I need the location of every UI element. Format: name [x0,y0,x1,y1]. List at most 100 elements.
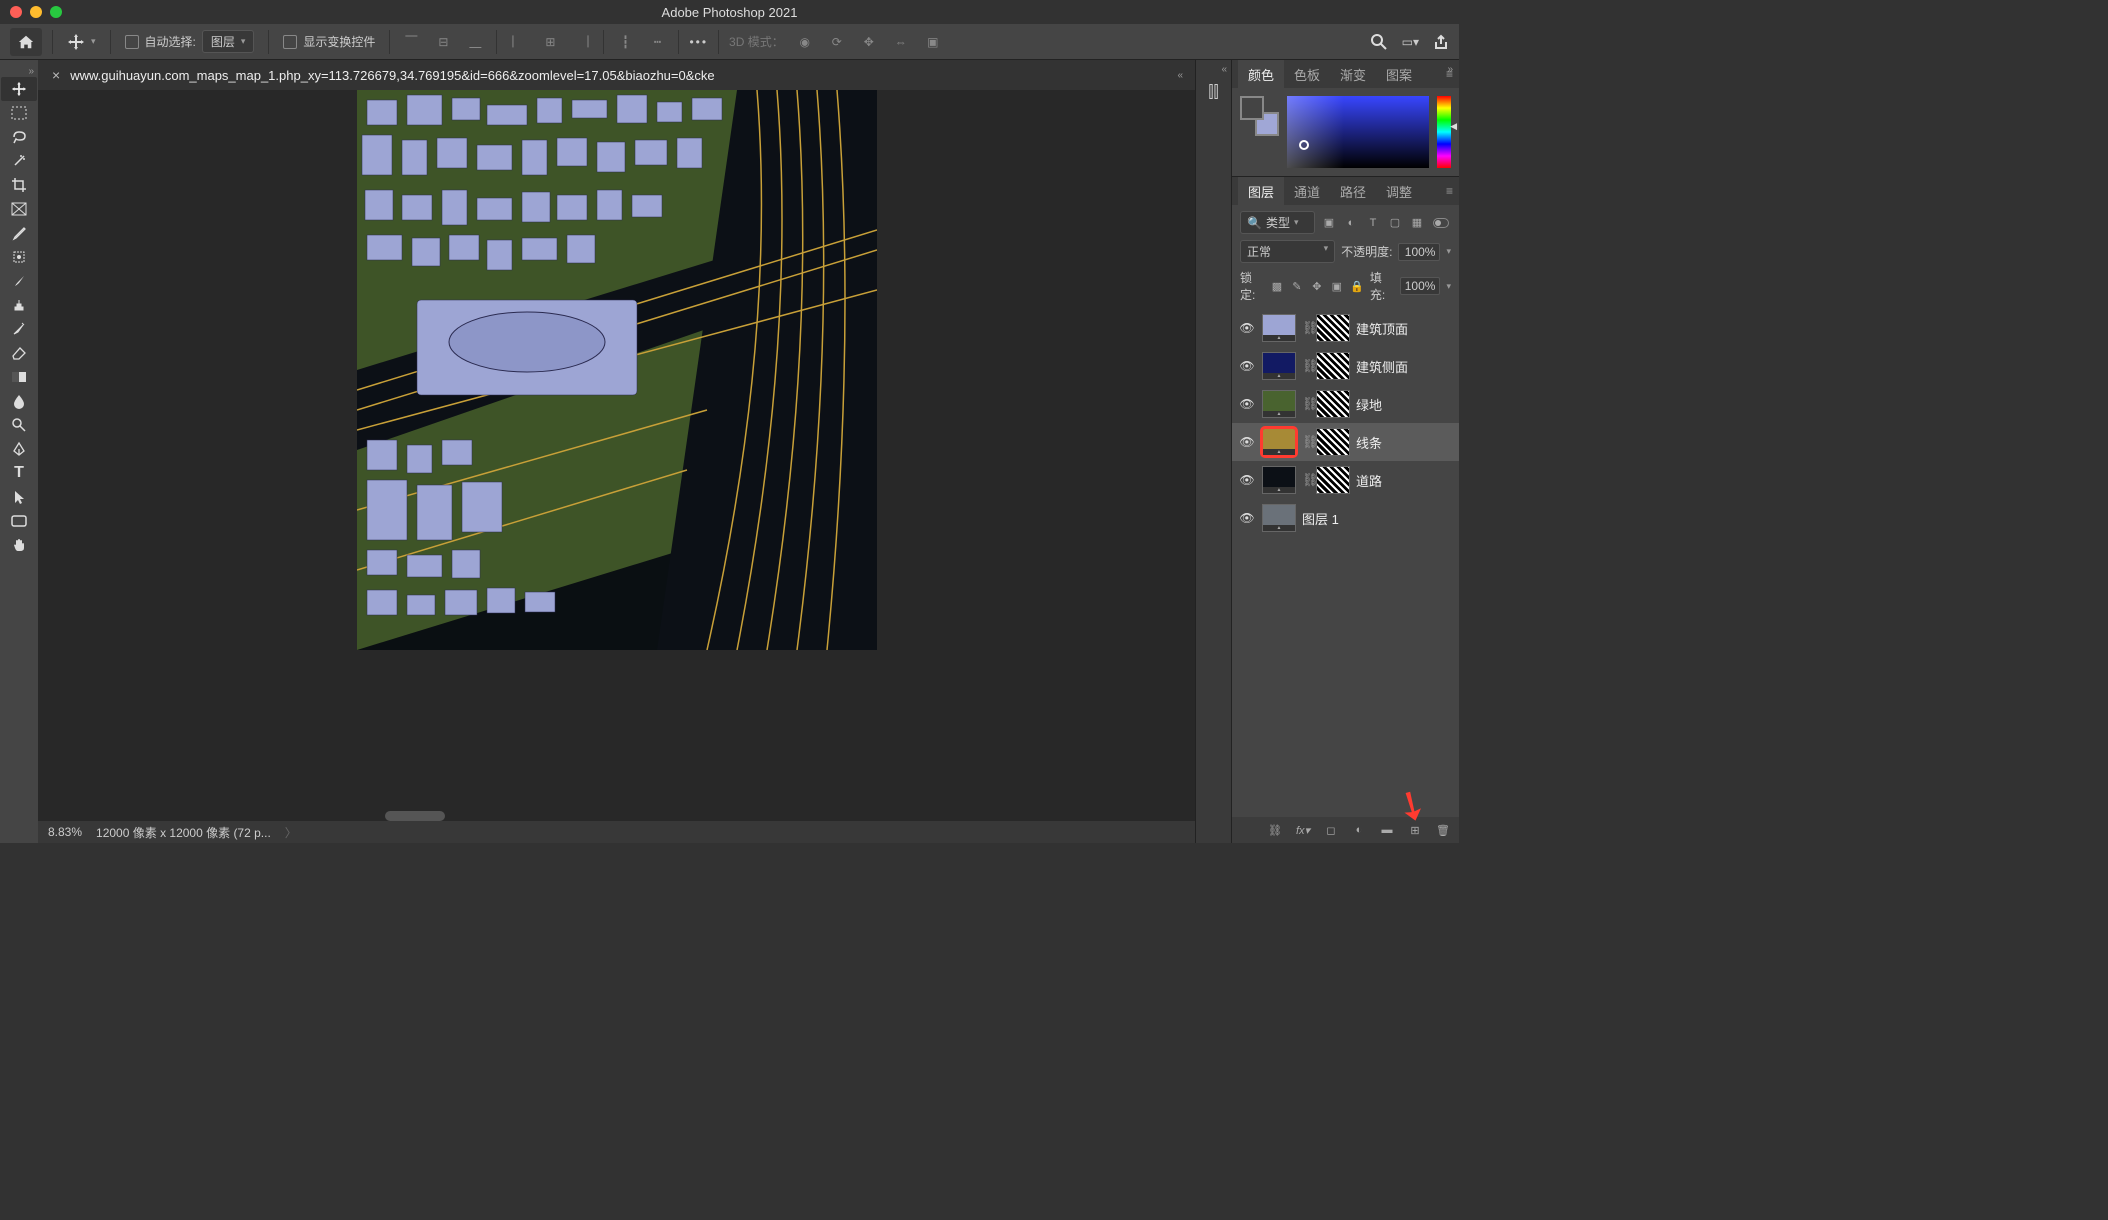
collapse-panels-button[interactable]: » [1447,64,1453,75]
tab-swatches[interactable]: 色板 [1284,60,1330,89]
lock-transparent-button[interactable]: ▩ [1270,278,1284,294]
history-brush-tool[interactable] [1,317,37,341]
align-top-button[interactable]: ⎺ [400,31,422,53]
layer-row[interactable]: 👁 ⛓ 绿地 [1232,385,1459,423]
layer-fx-button[interactable]: fx▾ [1295,822,1311,838]
tab-adjustments[interactable]: 调整 [1376,177,1422,206]
filter-pixel-icon[interactable]: ▣ [1321,215,1337,231]
layer-row[interactable]: 👁 ⛓ 线条 [1232,423,1459,461]
layer-mask-thumbnail[interactable] [1316,352,1350,380]
opacity-input[interactable]: 100% [1398,243,1440,261]
hue-slider[interactable] [1437,96,1451,168]
distribute-v-button[interactable]: ┅ [646,31,668,53]
lock-paint-button[interactable]: ✎ [1290,278,1304,294]
layer-thumbnail[interactable] [1262,314,1296,342]
collapse-panels-icon[interactable]: « [1177,70,1181,81]
zoom-level[interactable]: 8.83% [48,825,82,839]
pan-icon[interactable]: ✥ [858,31,880,53]
roll-icon[interactable]: ⟳ [826,31,848,53]
filter-toggle[interactable] [1431,215,1451,231]
link-mask-icon[interactable]: ⛓ [1302,358,1310,374]
magic-wand-tool[interactable] [1,149,37,173]
frame-tool[interactable] [1,197,37,221]
layer-name[interactable]: 线条 [1356,433,1382,452]
status-chevron-icon[interactable]: 〉 [285,824,297,841]
close-window-button[interactable] [10,6,22,18]
orbit-icon[interactable]: ◉ [794,31,816,53]
dodge-tool[interactable] [1,413,37,437]
panel-icon-button[interactable]: ⫿⫿ [1208,84,1218,102]
lasso-tool[interactable] [1,125,37,149]
home-button[interactable] [10,28,42,56]
align-bottom-button[interactable]: ⎽ [464,31,486,53]
show-transform-checkbox[interactable] [283,35,297,49]
visibility-toggle[interactable]: 👁 [1238,397,1256,411]
delete-layer-button[interactable]: 🗑 [1435,822,1451,838]
filter-type-icon[interactable]: T [1365,215,1381,231]
gradient-tool[interactable] [1,365,37,389]
distribute-h-button[interactable]: ┇ [614,31,636,53]
visibility-toggle[interactable]: 👁 [1238,473,1256,487]
link-mask-icon[interactable]: ⛓ [1302,434,1310,450]
tab-paths[interactable]: 路径 [1330,177,1376,206]
hand-tool[interactable] [1,533,37,557]
layer-filter-dropdown[interactable]: 🔍 类型 ▾ [1240,211,1315,234]
layer-name[interactable]: 图层 1 [1302,509,1339,528]
horizontal-scrollbar[interactable] [385,811,445,821]
layer-mask-thumbnail[interactable] [1316,314,1350,342]
auto-select-checkbox[interactable] [125,35,139,49]
document-tab-name[interactable]: www.guihuayun.com_maps_map_1.php_xy=113.… [70,68,714,83]
minimize-window-button[interactable] [30,6,42,18]
chevron-down-icon[interactable]: ▾ [1446,281,1451,292]
align-hcenter-button[interactable]: ⊞ [539,31,561,53]
move-tool-indicator[interactable]: ▾ [63,33,100,51]
blur-tool[interactable] [1,389,37,413]
workspace-button[interactable]: ▭▾ [1402,35,1419,49]
layer-mask-thumbnail[interactable] [1316,390,1350,418]
align-right-button[interactable]: ⎹ [571,31,593,53]
type-tool[interactable]: T [1,461,37,485]
tab-channels[interactable]: 通道 [1284,177,1330,206]
new-group-button[interactable]: ▬ [1379,822,1395,838]
more-options-button[interactable]: ••• [689,35,708,49]
align-vcenter-button[interactable]: ⊟ [432,31,454,53]
clone-stamp-tool[interactable] [1,293,37,317]
auto-select-target-dropdown[interactable]: 图层 ▾ [202,30,255,53]
layer-name[interactable]: 建筑侧面 [1356,357,1408,376]
rectangle-shape-tool[interactable] [1,509,37,533]
path-selection-tool[interactable] [1,485,37,509]
tab-gradients[interactable]: 渐变 [1330,60,1376,89]
layer-name[interactable]: 绿地 [1356,395,1382,414]
lock-all-button[interactable]: 🔒 [1350,278,1364,294]
tab-patterns[interactable]: 图案 [1376,60,1422,89]
show-transform-option[interactable]: 显示变换控件 [279,33,379,50]
visibility-toggle[interactable]: 👁 [1238,321,1256,335]
layer-thumbnail[interactable] [1262,466,1296,494]
link-mask-icon[interactable]: ⛓ [1302,396,1310,412]
rectangular-marquee-tool[interactable] [1,101,37,125]
layer-row[interactable]: 👁 ⛓ 建筑顶面 [1232,309,1459,347]
layer-name[interactable]: 道路 [1356,471,1382,490]
new-layer-button[interactable]: ⊞ [1407,822,1423,838]
collapse-tools-icon[interactable]: » [0,66,38,77]
search-button[interactable] [1370,33,1388,51]
close-document-button[interactable]: × [52,67,60,83]
layer-thumbnail[interactable] [1262,352,1296,380]
new-adjustment-button[interactable]: ◐ [1351,822,1367,838]
layer-mask-thumbnail[interactable] [1316,466,1350,494]
move-tool[interactable] [1,77,37,101]
tab-color[interactable]: 颜色 [1238,60,1284,89]
visibility-toggle[interactable]: 👁 [1238,359,1256,373]
panel-menu-button[interactable]: ≡ [1446,184,1453,198]
layer-thumbnail[interactable] [1262,504,1296,532]
add-mask-button[interactable]: ◻ [1323,822,1339,838]
filter-smart-icon[interactable]: ▦ [1409,215,1425,231]
chevron-down-icon[interactable]: ▾ [1446,246,1451,257]
foreground-color[interactable] [1240,96,1264,120]
layer-thumbnail[interactable] [1262,390,1296,418]
visibility-toggle[interactable]: 👁 [1238,511,1256,525]
eraser-tool[interactable] [1,341,37,365]
maximize-window-button[interactable] [50,6,62,18]
auto-select-option[interactable]: 自动选择: 图层 ▾ [121,30,259,53]
foreground-background-swatch[interactable] [1240,96,1279,136]
